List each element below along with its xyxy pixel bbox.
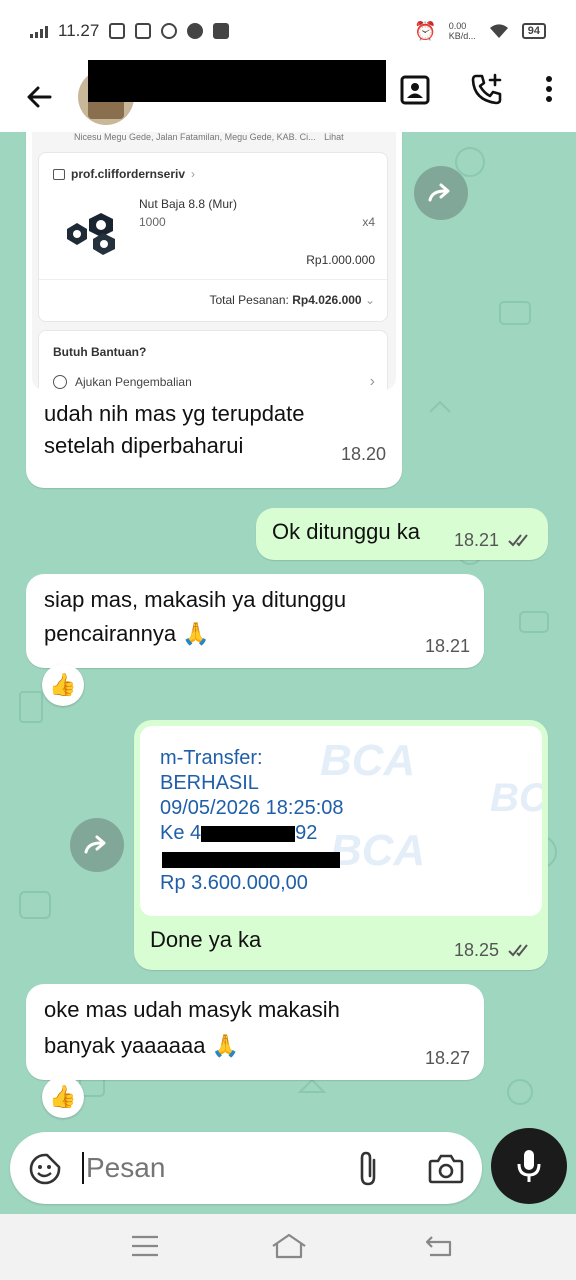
shop-notification-icon bbox=[109, 23, 126, 39]
message-text: udah nih mas yg terupdate bbox=[44, 401, 305, 426]
message-time: 18.25 bbox=[454, 940, 500, 960]
incoming-message-bubble[interactable]: siap mas, makasih ya ditunggu pencairann… bbox=[26, 574, 484, 668]
message-text: Ok ditunggu ka bbox=[272, 519, 420, 544]
forward-icon bbox=[84, 835, 106, 854]
product-name: Nut Baja 8.8 (Mur) bbox=[139, 197, 238, 211]
notification-icon bbox=[161, 23, 178, 39]
net-speed: 0.00 KB/d... bbox=[448, 21, 476, 41]
message-text: setelah diperbaharui bbox=[44, 433, 244, 458]
reaction-badge[interactable]: 👍 bbox=[42, 664, 84, 706]
shop-name: prof.cliffordernseriv bbox=[71, 167, 186, 181]
signal-icon bbox=[30, 24, 48, 38]
status-bar: 11.27 ⏰ 0.00 KB/d... 94 bbox=[0, 0, 576, 62]
app-notification-icon bbox=[213, 23, 230, 39]
receipt-text: m-Transfer: BERHASIL 09/05/2026 18:25:08… bbox=[160, 747, 344, 894]
outgoing-message-bubble[interactable]: Ok ditunggu ka 18.21 bbox=[256, 508, 548, 560]
address-line: Nicesu Megu Gede, Jalan Fatamilan, Megu … bbox=[74, 132, 344, 142]
help-card: Butuh Bantuan? Ajukan Pengembalian › bbox=[38, 330, 388, 390]
message-text: pencairannya 🙏 bbox=[44, 621, 210, 646]
message-text: oke mas udah masyk makasih bbox=[44, 997, 340, 1022]
double-check-icon bbox=[508, 944, 528, 957]
product-variant: 1000 bbox=[139, 215, 166, 229]
contact-card-icon[interactable] bbox=[400, 73, 430, 105]
message-time: 18.20 bbox=[340, 444, 386, 464]
forward-button[interactable] bbox=[70, 818, 124, 872]
wifi-icon bbox=[489, 24, 508, 38]
more-vertical-icon[interactable] bbox=[544, 74, 554, 104]
back-nav-icon[interactable] bbox=[424, 1234, 454, 1258]
menu-icon[interactable] bbox=[130, 1234, 160, 1258]
chevron-right-icon: › bbox=[191, 167, 196, 181]
text-cursor bbox=[82, 1152, 84, 1184]
message-text: siap mas, makasih ya ditunggu bbox=[44, 587, 347, 612]
product-image bbox=[53, 193, 131, 271]
forward-icon bbox=[428, 183, 450, 202]
receipt-image[interactable]: BCA BCA BCA m-Transfer: BERHASIL 09/05/2… bbox=[140, 726, 542, 916]
help-item: Ajukan Pengembalian bbox=[75, 375, 192, 389]
outgoing-message-bubble[interactable]: BCA BCA BCA m-Transfer: BERHASIL 09/05/2… bbox=[134, 720, 548, 970]
redacted-account bbox=[201, 825, 296, 842]
redacted-name bbox=[162, 852, 340, 868]
product-quantity: x4 bbox=[362, 215, 375, 229]
instagram-notification-icon bbox=[135, 23, 152, 39]
message-time: 18.27 bbox=[424, 1048, 470, 1068]
battery-indicator: 94 bbox=[521, 23, 546, 39]
phone-plus-icon[interactable] bbox=[470, 72, 504, 106]
mic-button[interactable] bbox=[491, 1128, 567, 1204]
alarm-icon: ⏰ bbox=[414, 20, 437, 41]
chat-area[interactable]: Nicesu Megu Gede, Jalan Fatamilan, Megu … bbox=[0, 132, 576, 1130]
return-icon bbox=[53, 375, 67, 389]
message-composer bbox=[10, 1132, 482, 1204]
forward-button[interactable] bbox=[414, 166, 468, 220]
store-icon bbox=[53, 168, 65, 180]
incoming-message-bubble[interactable]: oke mas udah masyk makasih banyak yaaaaa… bbox=[26, 984, 484, 1080]
camera-icon[interactable] bbox=[428, 1152, 464, 1184]
bca-watermark: BCA bbox=[490, 776, 542, 820]
chat-notification-icon bbox=[187, 23, 204, 39]
sticker-icon[interactable] bbox=[28, 1152, 62, 1186]
message-input[interactable] bbox=[86, 1148, 336, 1188]
paperclip-icon[interactable] bbox=[354, 1150, 382, 1188]
message-text: banyak yaaaaaa 🙏 bbox=[44, 1033, 239, 1058]
mic-icon bbox=[517, 1150, 541, 1182]
message-time: 18.21 bbox=[424, 636, 470, 656]
arrow-left-icon[interactable] bbox=[26, 84, 52, 110]
incoming-message-bubble[interactable]: Nicesu Megu Gede, Jalan Fatamilan, Megu … bbox=[26, 132, 402, 488]
double-check-icon bbox=[508, 534, 528, 547]
system-nav-bar bbox=[0, 1214, 576, 1280]
shared-image[interactable]: Nicesu Megu Gede, Jalan Fatamilan, Megu … bbox=[32, 132, 396, 390]
help-title: Butuh Bantuan? bbox=[53, 345, 147, 359]
order-card: prof.cliffordernseriv › Nut Baja 8.8 (Mu… bbox=[38, 152, 388, 322]
message-text: Done ya ka bbox=[150, 927, 262, 952]
chevron-right-icon: › bbox=[369, 373, 375, 390]
home-icon[interactable] bbox=[270, 1232, 308, 1260]
message-time: 18.21 bbox=[454, 530, 500, 550]
order-total: Total Pesanan: Rp4.026.000 ⌄ bbox=[209, 293, 375, 307]
header-actions bbox=[400, 72, 554, 106]
reaction-badge[interactable]: 👍 bbox=[42, 1076, 84, 1118]
redacted-contact-name[interactable] bbox=[88, 60, 386, 102]
bca-watermark: BCA bbox=[330, 826, 426, 875]
status-time: 11.27 bbox=[58, 21, 100, 40]
product-price: Rp1.000.000 bbox=[306, 253, 375, 267]
